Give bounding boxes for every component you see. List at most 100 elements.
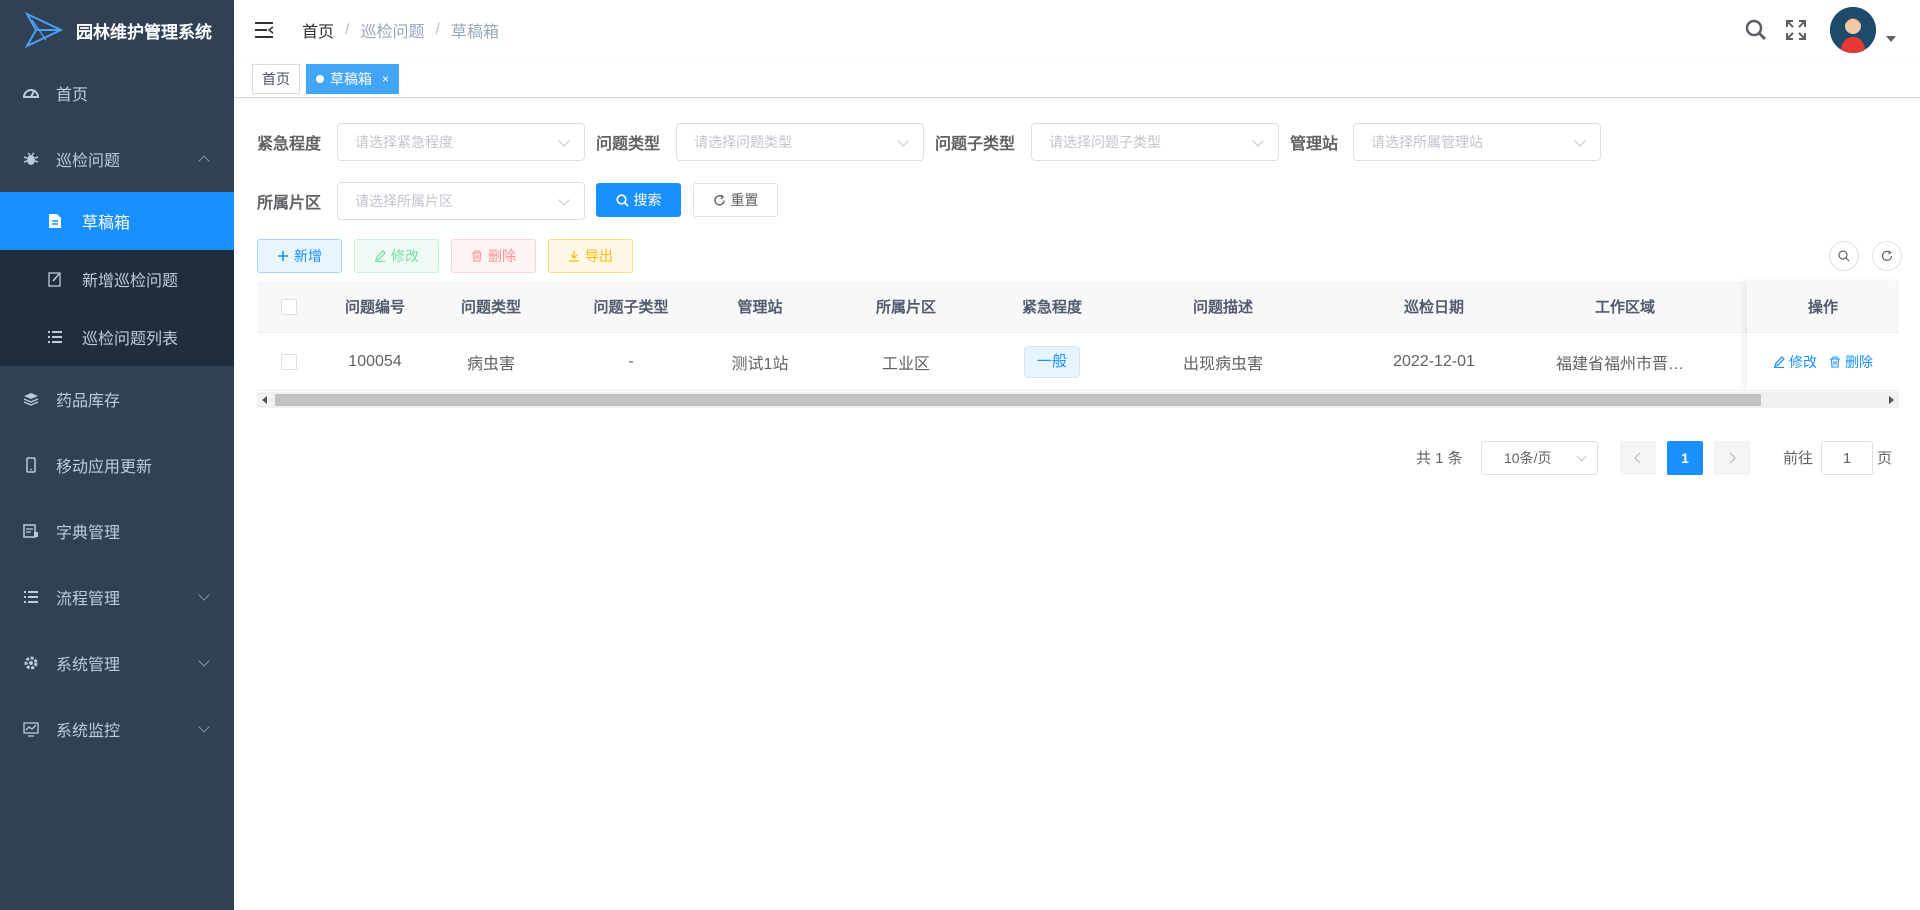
operations-column: 操作 修改 删除 xyxy=(1747,281,1899,391)
reset-button-label: 重置 xyxy=(730,192,759,208)
row-delete-label: 删除 xyxy=(1845,353,1873,370)
cell-id: 100054 xyxy=(348,352,402,370)
chevron-down-icon xyxy=(897,135,909,147)
chevron-down-icon xyxy=(1576,451,1587,462)
edit-icon xyxy=(1774,355,1785,368)
app-title: 园林维护管理系统 xyxy=(76,22,212,42)
column-header[interactable]: 问题编号 xyxy=(321,296,429,317)
chevron-down-icon xyxy=(1574,135,1586,147)
tag-label: 草稿箱 xyxy=(330,71,372,87)
sidebar-item-label: 流程管理 xyxy=(56,591,121,608)
select-all-checkbox[interactable] xyxy=(281,298,297,315)
cell-sub-type: - xyxy=(628,352,634,370)
column-header[interactable]: 所属片区 xyxy=(811,296,1001,317)
tag-drafts[interactable]: 草稿箱 × xyxy=(306,64,400,94)
export-button-label: 导出 xyxy=(585,248,613,264)
list-icon xyxy=(22,588,40,606)
column-header[interactable]: 巡检日期 xyxy=(1343,296,1525,317)
sidebar-item-system[interactable]: 系统管理 xyxy=(0,630,234,696)
edit-button-label: 修改 xyxy=(391,248,419,264)
reset-button[interactable]: 重置 xyxy=(693,183,778,217)
header-actions xyxy=(1744,0,1896,60)
logo[interactable]: 园林维护管理系统 xyxy=(0,0,234,60)
sidebar-item-drafts[interactable]: 草稿箱 xyxy=(0,192,234,250)
column-header[interactable]: 紧急程度 xyxy=(1001,296,1103,317)
page-size-select[interactable]: 10条/页 xyxy=(1481,441,1598,475)
zone-select[interactable]: 请选择所属片区 xyxy=(337,182,585,220)
close-icon[interactable]: × xyxy=(382,72,389,86)
column-header[interactable]: 管理站 xyxy=(709,296,811,317)
refresh-button[interactable] xyxy=(1872,241,1902,271)
sidebar-item-label: 新增巡检问题 xyxy=(82,273,179,290)
search-icon xyxy=(615,193,629,207)
sidebar-item-home[interactable]: 首页 xyxy=(0,60,234,126)
breadcrumb: 首页 / 巡检问题 / 草稿箱 xyxy=(302,18,499,42)
row-delete-link[interactable]: 删除 xyxy=(1829,352,1873,372)
avatar[interactable] xyxy=(1830,7,1876,53)
hamburger-icon[interactable] xyxy=(254,20,274,40)
column-header[interactable]: 问题描述 xyxy=(1103,296,1343,317)
table-header: 问题编号 问题类型 问题子类型 管理站 所属片区 紧急程度 问题描述 巡检日期 … xyxy=(257,281,1899,333)
toggle-search-button[interactable] xyxy=(1829,241,1859,271)
urgency-select[interactable]: 请选择紧急程度 xyxy=(337,123,585,161)
download-icon xyxy=(568,250,580,262)
caret-down-icon[interactable] xyxy=(1886,36,1896,42)
chevron-left-icon xyxy=(1634,452,1641,464)
table-horizontal-scrollbar[interactable] xyxy=(257,392,1899,408)
edit-button[interactable]: 修改 xyxy=(354,239,439,273)
scroll-right-arrow-icon[interactable] xyxy=(1889,396,1894,404)
breadcrumb-item-home[interactable]: 首页 xyxy=(302,18,334,42)
sidebar-item-monitor[interactable]: 系统监控 xyxy=(0,696,234,762)
sidebar-item-app-update[interactable]: 移动应用更新 xyxy=(0,432,234,498)
column-header: 操作 xyxy=(1747,281,1899,333)
dashboard-icon xyxy=(22,84,40,102)
prev-page-button[interactable] xyxy=(1620,441,1656,475)
row-edit-label: 修改 xyxy=(1789,353,1817,370)
page-button-current[interactable]: 1 xyxy=(1667,441,1703,475)
fullscreen-icon[interactable] xyxy=(1784,18,1808,42)
row-edit-link[interactable]: 修改 xyxy=(1773,352,1817,372)
refresh-icon xyxy=(713,194,726,207)
cell-date: 2022-12-01 xyxy=(1393,352,1475,370)
sidebar-item-inspection-list[interactable]: 巡检问题列表 xyxy=(0,308,234,366)
delete-button[interactable]: 删除 xyxy=(451,239,536,273)
sidebar-item-process[interactable]: 流程管理 xyxy=(0,564,234,630)
search-button[interactable]: 搜索 xyxy=(596,183,681,217)
tag-home[interactable]: 首页 xyxy=(252,64,300,94)
row-checkbox[interactable] xyxy=(281,353,297,370)
add-button[interactable]: 新增 xyxy=(257,239,342,273)
sidebar-item-dictionary[interactable]: 字典管理 xyxy=(0,498,234,564)
urgency-label: 紧急程度 xyxy=(257,136,322,153)
zone-placeholder: 请选择所属片区 xyxy=(355,193,453,209)
problem-type-select[interactable]: 请选择问题类型 xyxy=(676,123,924,161)
next-page-button[interactable] xyxy=(1714,441,1750,475)
sidebar-item-pesticide-stock[interactable]: 药品库存 xyxy=(0,366,234,432)
sub-type-select[interactable]: 请选择问题子类型 xyxy=(1031,123,1279,161)
table-row[interactable]: 100054 病虫害 - 测试1站 工业区 一般 出现病虫害 2022-12-0… xyxy=(257,333,1899,391)
goto-label: 前往 xyxy=(1783,450,1814,467)
trash-icon xyxy=(471,250,483,262)
station-select[interactable]: 请选择所属管理站 xyxy=(1353,123,1601,161)
phone-icon xyxy=(22,456,40,474)
search-icon[interactable] xyxy=(1744,18,1768,42)
scroll-left-arrow-icon[interactable] xyxy=(262,396,267,404)
edit-icon xyxy=(374,250,386,262)
export-button[interactable]: 导出 xyxy=(548,239,633,273)
cell-station: 测试1站 xyxy=(731,355,789,373)
active-dot-icon xyxy=(316,75,324,83)
chevron-up-icon xyxy=(198,155,210,167)
goto-page-input[interactable]: 1 xyxy=(1821,441,1873,475)
layers-icon xyxy=(22,390,40,408)
page-size-value: 10条/页 xyxy=(1504,450,1552,466)
scroll-thumb[interactable] xyxy=(275,394,1761,406)
column-header[interactable]: 工作区域 xyxy=(1525,296,1725,317)
station-placeholder: 请选择所属管理站 xyxy=(1371,134,1483,150)
sidebar-item-new-inspection[interactable]: 新增巡检问题 xyxy=(0,250,234,308)
column-header[interactable]: 问题类型 xyxy=(429,296,553,317)
edit-icon xyxy=(46,270,64,288)
column-header[interactable]: 问题子类型 xyxy=(553,296,709,317)
sidebar-item-inspection[interactable]: 巡检问题 xyxy=(0,126,234,192)
sidebar-item-label: 巡检问题 xyxy=(56,153,121,170)
breadcrumb-item-inspection[interactable]: 巡检问题 xyxy=(360,18,424,42)
cell-description: 出现病虫害 xyxy=(1182,355,1263,373)
